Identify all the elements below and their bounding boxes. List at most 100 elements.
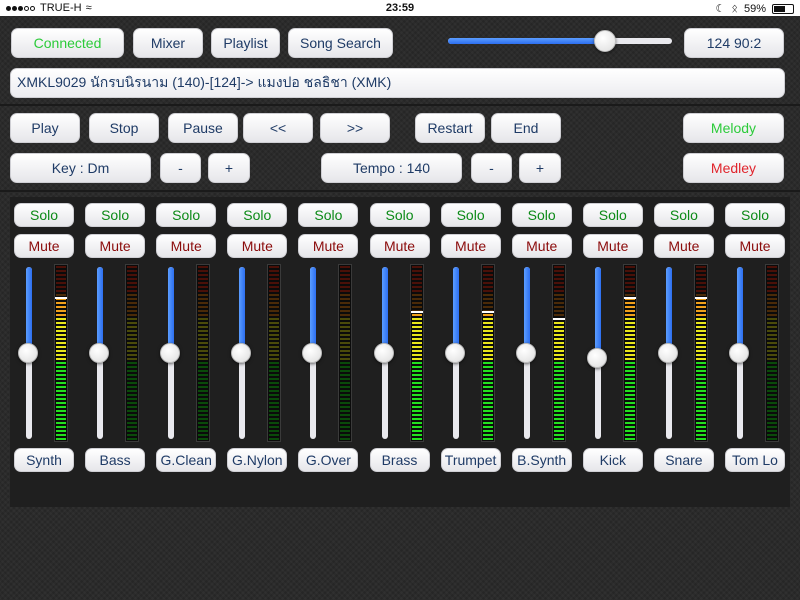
- mute-button[interactable]: Mute: [227, 234, 288, 258]
- meter-segment: [767, 290, 777, 292]
- channel-fader[interactable]: [302, 267, 323, 439]
- meter-segment: [269, 366, 280, 368]
- channel-name-button[interactable]: G.Clean: [156, 448, 217, 472]
- tempo-plus-button[interactable]: +: [519, 153, 561, 183]
- channel-name-button[interactable]: G.Over: [298, 448, 359, 472]
- meter-segment: [198, 330, 209, 332]
- end-button[interactable]: End: [491, 113, 561, 143]
- mute-button[interactable]: Mute: [14, 234, 74, 258]
- meter-segment: [624, 402, 635, 404]
- channel-fader[interactable]: [231, 267, 252, 439]
- fader-thumb[interactable]: [89, 343, 110, 363]
- solo-button[interactable]: Solo: [14, 203, 74, 227]
- channel-fader[interactable]: [18, 267, 38, 439]
- connected-button[interactable]: Connected: [11, 28, 124, 58]
- melody-button[interactable]: Melody: [683, 113, 784, 143]
- meter-segment: [198, 414, 209, 416]
- mute-button[interactable]: Mute: [653, 234, 714, 258]
- fader-thumb[interactable]: [302, 343, 323, 363]
- channel-name-button[interactable]: Trumpet: [440, 448, 501, 472]
- fader-thumb[interactable]: [729, 343, 749, 363]
- mute-button[interactable]: Mute: [582, 234, 643, 258]
- tempo-minus-button[interactable]: -: [471, 153, 512, 183]
- meter-segment: [56, 430, 66, 432]
- pause-button[interactable]: Pause: [168, 113, 238, 143]
- song-search-button[interactable]: Song Search: [288, 28, 393, 58]
- meter-segment: [624, 354, 635, 356]
- channel-name-button[interactable]: G.Nylon: [227, 448, 288, 472]
- meter-segment: [767, 282, 777, 284]
- channel-name-button[interactable]: Synth: [14, 448, 74, 472]
- fader-thumb[interactable]: [586, 348, 607, 369]
- restart-button[interactable]: Restart: [415, 113, 485, 143]
- playlist-button[interactable]: Playlist: [211, 28, 280, 58]
- volume-slider[interactable]: [448, 30, 672, 52]
- meter-segment: [624, 266, 635, 268]
- mixer-button[interactable]: Mixer: [133, 28, 203, 58]
- channel-fader[interactable]: [160, 267, 181, 439]
- fader-thumb[interactable]: [444, 343, 465, 363]
- meter-segment: [269, 362, 280, 364]
- meter-segment: [411, 378, 422, 380]
- solo-button[interactable]: Solo: [582, 203, 643, 227]
- key-plus-button[interactable]: +: [208, 153, 250, 183]
- channel-name-button[interactable]: Bass: [85, 448, 146, 472]
- channel-fader[interactable]: [89, 267, 110, 439]
- channel-name-button[interactable]: Snare: [653, 448, 714, 472]
- channel-name-button[interactable]: Tom Lo: [725, 448, 785, 472]
- channel-name-button[interactable]: B.Synth: [511, 448, 572, 472]
- channel-name-button[interactable]: Brass: [369, 448, 430, 472]
- stop-button[interactable]: Stop: [89, 113, 159, 143]
- key-minus-button[interactable]: -: [160, 153, 201, 183]
- mute-button[interactable]: Mute: [156, 234, 217, 258]
- meter-segment: [411, 338, 422, 340]
- mute-button[interactable]: Mute: [725, 234, 785, 258]
- medley-button[interactable]: Medley: [683, 153, 784, 183]
- meter-segment: [695, 354, 706, 356]
- meter-segment: [695, 362, 706, 364]
- fader-thumb[interactable]: [160, 343, 181, 363]
- fader-thumb[interactable]: [515, 343, 536, 363]
- forward-button[interactable]: >>: [320, 113, 390, 143]
- fader-thumb[interactable]: [18, 343, 38, 363]
- meter-segment: [269, 394, 280, 396]
- mute-button[interactable]: Mute: [369, 234, 430, 258]
- meter-segment: [56, 382, 66, 384]
- channel-fader[interactable]: [657, 267, 678, 439]
- channel-name-button[interactable]: Kick: [582, 448, 643, 472]
- solo-button[interactable]: Solo: [725, 203, 785, 227]
- meter-segment: [624, 318, 635, 320]
- meter-segment: [767, 422, 777, 424]
- play-button[interactable]: Play: [10, 113, 80, 143]
- meter-segment: [695, 394, 706, 396]
- mute-button[interactable]: Mute: [85, 234, 146, 258]
- meter-segment: [269, 422, 280, 424]
- meter-segment: [56, 282, 66, 284]
- fader-thumb[interactable]: [231, 343, 252, 363]
- solo-button[interactable]: Solo: [511, 203, 572, 227]
- channel-fader[interactable]: [515, 267, 536, 439]
- channel-fader[interactable]: [586, 267, 607, 439]
- volume-slider-thumb[interactable]: [593, 30, 616, 52]
- battery-fill: [774, 5, 785, 12]
- solo-button[interactable]: Solo: [298, 203, 359, 227]
- channel-fader[interactable]: [373, 267, 394, 439]
- mute-button[interactable]: Mute: [298, 234, 359, 258]
- rewind-button[interactable]: <<: [243, 113, 313, 143]
- solo-button[interactable]: Solo: [227, 203, 288, 227]
- solo-button[interactable]: Solo: [653, 203, 714, 227]
- mute-button[interactable]: Mute: [511, 234, 572, 258]
- solo-button[interactable]: Solo: [156, 203, 217, 227]
- fader-thumb[interactable]: [657, 343, 678, 363]
- mute-button[interactable]: Mute: [440, 234, 501, 258]
- solo-button[interactable]: Solo: [440, 203, 501, 227]
- meter-segment: [127, 290, 138, 292]
- channel-fader[interactable]: [444, 267, 465, 439]
- channel-fader[interactable]: [729, 267, 749, 439]
- meter-segment: [198, 402, 209, 404]
- solo-button[interactable]: Solo: [85, 203, 146, 227]
- solo-button[interactable]: Solo: [369, 203, 430, 227]
- meter-segment: [56, 386, 66, 388]
- meter-segment: [553, 346, 564, 348]
- fader-thumb[interactable]: [373, 343, 394, 363]
